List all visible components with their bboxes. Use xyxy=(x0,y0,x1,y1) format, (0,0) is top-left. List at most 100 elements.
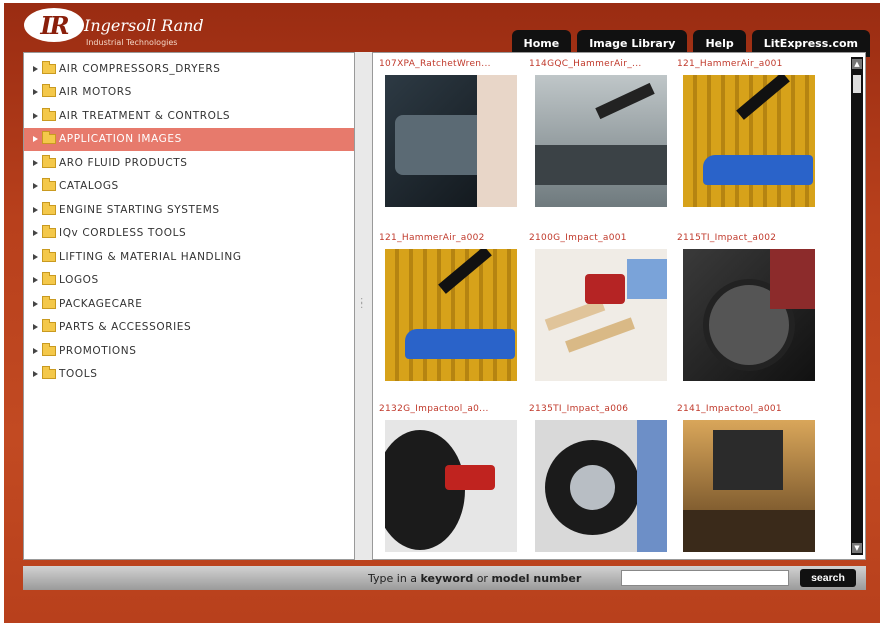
expand-arrow-icon[interactable] xyxy=(33,65,38,72)
folder-icon xyxy=(42,319,56,333)
folder-icon xyxy=(42,178,56,192)
thumbnail-title[interactable]: 107XPA_RatchetWren... xyxy=(379,59,519,71)
search-button[interactable]: search xyxy=(800,569,856,587)
thumbnail-title[interactable]: 121_HammerAir_a002 xyxy=(379,233,519,245)
image-thumbnail[interactable]: 121_HammerAir_a002 xyxy=(379,233,519,393)
folder-icon xyxy=(42,201,56,215)
tree-item[interactable]: ARO FLUID PRODUCTS xyxy=(24,151,354,175)
tree-item[interactable]: AIR COMPRESSORS_DRYERS xyxy=(24,57,354,81)
folder-icon xyxy=(42,366,56,380)
image-thumbnail[interactable]: 114GQC_HammerAir_... xyxy=(529,59,669,219)
category-tree: AIR COMPRESSORS_DRYERS AIR MOTORS AIR TREA… xyxy=(23,52,355,560)
image-thumbnail[interactable]: 2141_Impactool_a001 xyxy=(677,404,817,564)
expand-arrow-icon[interactable] xyxy=(33,136,38,143)
expand-arrow-icon[interactable] xyxy=(33,230,38,237)
folder-icon xyxy=(42,107,56,121)
folder-icon xyxy=(42,295,56,309)
tree-item-label: PROMOTIONS xyxy=(59,344,137,357)
brand-name: Ingersoll Rand xyxy=(84,16,204,35)
folder-icon xyxy=(42,342,56,356)
gallery-scrollbar[interactable]: ▲ ▼ xyxy=(851,57,863,555)
expand-arrow-icon[interactable] xyxy=(33,112,38,119)
expand-arrow-icon[interactable] xyxy=(33,277,38,284)
search-prompt-model: model number xyxy=(491,572,582,585)
folder-icon xyxy=(42,154,56,168)
tree-item-label: LIFTING & MATERIAL HANDLING xyxy=(59,250,242,263)
thumbnail-image[interactable] xyxy=(535,249,667,381)
expand-arrow-icon[interactable] xyxy=(33,324,38,331)
folder-icon xyxy=(42,272,56,286)
tree-item[interactable]: PACKAGECARE xyxy=(24,292,354,316)
folder-icon xyxy=(42,225,56,239)
thumbnail-image[interactable] xyxy=(535,75,667,207)
expand-arrow-icon[interactable] xyxy=(33,206,38,213)
expand-arrow-icon[interactable] xyxy=(33,371,38,378)
tree-item-label: IQv CORDLESS TOOLS xyxy=(59,227,187,240)
image-thumbnail[interactable]: 121_HammerAir_a001 xyxy=(677,59,817,219)
thumbnail-title[interactable]: 2135TI_Impact_a006 xyxy=(529,404,669,416)
image-thumbnail[interactable]: 2115TI_Impact_a002 xyxy=(677,233,817,393)
thumbnail-title[interactable]: 2141_Impactool_a001 xyxy=(677,404,817,416)
ingersoll-rand-logo[interactable]: IR Ingersoll Rand Industrial Technologie… xyxy=(24,8,224,56)
folder-icon xyxy=(42,84,56,98)
expand-arrow-icon[interactable] xyxy=(33,253,38,260)
tree-item-label: PARTS & ACCESSORIES xyxy=(59,321,192,334)
search-prompt: Type in a keyword or model number xyxy=(368,572,581,585)
image-gallery: 107XPA_RatchetWren... 114GQC_HammerAir_..… xyxy=(372,52,866,560)
scroll-up-icon[interactable]: ▲ xyxy=(852,59,862,69)
brand-tagline: Industrial Technologies xyxy=(86,38,178,47)
thumbnail-image[interactable] xyxy=(385,420,517,552)
folder-icon xyxy=(42,60,56,74)
tree-item[interactable]: ENGINE STARTING SYSTEMS xyxy=(24,198,354,222)
expand-arrow-icon[interactable] xyxy=(33,300,38,307)
splitter-grip-icon: :: xyxy=(360,295,364,311)
expand-arrow-icon[interactable] xyxy=(33,159,38,166)
thumbnail-title[interactable]: 2100G_Impact_a001 xyxy=(529,233,669,245)
tree-item[interactable]: LIFTING & MATERIAL HANDLING xyxy=(24,245,354,269)
search-input[interactable] xyxy=(621,570,789,586)
tree-item-label: ARO FLUID PRODUCTS xyxy=(59,156,188,169)
search-prompt-prefix: Type in a xyxy=(368,572,421,585)
folder-icon xyxy=(42,248,56,262)
ir-logo-mark: IR xyxy=(24,8,84,42)
tree-item-label: APPLICATION IMAGES xyxy=(59,133,182,146)
tree-item-label: AIR TREATMENT & CONTROLS xyxy=(59,109,231,122)
thumbnail-title[interactable]: 2115TI_Impact_a002 xyxy=(677,233,817,245)
image-thumbnail[interactable]: 2135TI_Impact_a006 xyxy=(529,404,669,564)
thumbnail-image[interactable] xyxy=(683,249,815,381)
image-thumbnail[interactable]: 2132G_Impactool_a0... xyxy=(379,404,519,564)
tree-item[interactable]: PROMOTIONS xyxy=(24,339,354,363)
thumbnail-title[interactable]: 2132G_Impactool_a0... xyxy=(379,404,519,416)
scroll-down-icon[interactable]: ▼ xyxy=(852,543,862,553)
tree-item[interactable]: IQv CORDLESS TOOLS xyxy=(24,222,354,246)
tree-item[interactable]: TOOLS xyxy=(24,363,354,387)
tree-item-label: CATALOGS xyxy=(59,180,119,193)
expand-arrow-icon[interactable] xyxy=(33,89,38,96)
scroll-thumb[interactable] xyxy=(853,75,861,93)
search-prompt-keyword: keyword xyxy=(420,572,474,585)
thumbnail-image[interactable] xyxy=(385,75,517,207)
search-bar: Type in a keyword or model number search xyxy=(23,566,866,590)
thumbnail-title[interactable]: 121_HammerAir_a001 xyxy=(677,59,817,71)
thumbnail-image[interactable] xyxy=(683,75,815,207)
tree-item[interactable]: AIR MOTORS xyxy=(24,81,354,105)
thumbnail-image[interactable] xyxy=(385,249,517,381)
thumbnail-image[interactable] xyxy=(535,420,667,552)
image-thumbnail[interactable]: 107XPA_RatchetWren... xyxy=(379,59,519,219)
thumbnail-title[interactable]: 114GQC_HammerAir_... xyxy=(529,59,669,71)
tree-item-label: AIR MOTORS xyxy=(59,86,132,99)
expand-arrow-icon[interactable] xyxy=(33,347,38,354)
expand-arrow-icon[interactable] xyxy=(33,183,38,190)
tree-item[interactable]: CATALOGS xyxy=(24,175,354,199)
tree-item-label: ENGINE STARTING SYSTEMS xyxy=(59,203,220,216)
tree-item[interactable]: LOGOS xyxy=(24,269,354,293)
tree-item-label: LOGOS xyxy=(59,274,99,287)
tree-item[interactable]: APPLICATION IMAGES xyxy=(24,127,354,151)
thumbnail-image[interactable] xyxy=(683,420,815,552)
image-thumbnail[interactable]: 2100G_Impact_a001 xyxy=(529,233,669,393)
tree-item[interactable]: PARTS & ACCESSORIES xyxy=(24,316,354,340)
folder-icon xyxy=(42,131,56,145)
tree-item[interactable]: AIR TREATMENT & CONTROLS xyxy=(24,104,354,128)
tree-item-label: PACKAGECARE xyxy=(59,297,143,310)
panel-splitter[interactable]: :: xyxy=(355,52,372,560)
